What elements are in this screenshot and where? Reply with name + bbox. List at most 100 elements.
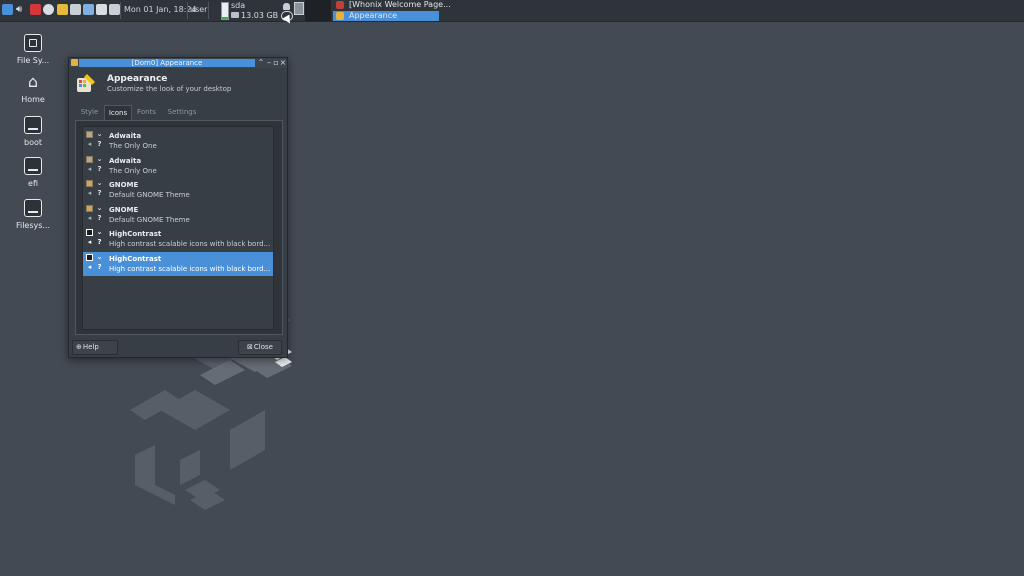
speaker-icon: ◂ <box>87 263 92 271</box>
drive-icon <box>24 116 42 134</box>
dialog-header: Appearance Customize the look of your de… <box>69 68 287 99</box>
disk-usage-fill <box>222 17 228 19</box>
folder-icon <box>86 229 93 237</box>
disk-usage-bar <box>221 2 229 20</box>
dialog-subtitle: Customize the look of your desktop <box>107 85 232 93</box>
close-icon: ⊠ <box>247 343 253 351</box>
folder-icon <box>86 131 93 138</box>
app-menu-icon[interactable] <box>2 4 13 15</box>
desktop-icon-file-system[interactable]: File Sy... <box>8 34 58 65</box>
help-label: Help <box>82 343 99 351</box>
disk-icon[interactable] <box>57 4 68 15</box>
tab-settings[interactable]: Settings <box>163 105 201 119</box>
folder-icon <box>86 155 93 163</box>
folder-icon <box>86 254 93 261</box>
icon-theme-item[interactable]: ⌄ ◂? Adwaita The Only One <box>83 154 273 178</box>
tab-icons[interactable]: Icons <box>104 105 132 120</box>
home-icon: ⌂ <box>27 72 39 91</box>
close-icon[interactable]: × <box>279 58 287 68</box>
task-label: Appearance <box>349 11 398 20</box>
theme-name: GNOME <box>109 181 139 190</box>
help-browser-icon: ? <box>97 189 102 198</box>
speaker-icon: ◂ <box>87 189 92 198</box>
icon-theme-item[interactable]: ⌄ ◂? GNOME Default GNOME Theme <box>83 178 273 202</box>
theme-name: Adwaita <box>109 156 142 165</box>
task-appearance[interactable]: Appearance <box>333 11 439 21</box>
appearance-window: [Dom0] Appearance ⌃ – ▫ × Appearance Cus… <box>68 57 288 358</box>
icon-theme-list[interactable]: ⌄ ◂? Adwaita The Only One ⌄ ◂? Adwaita The Only… <box>82 126 274 330</box>
help-browser-icon: ? <box>97 140 102 148</box>
help-button[interactable]: ⊕Help <box>72 340 118 355</box>
close-button[interactable]: ⊠Close <box>238 340 282 355</box>
chevron-down-icon: ⌄ <box>96 154 103 163</box>
desktop-icon-label: efi <box>28 179 38 188</box>
theme-preview-icons: ⌄ ◂? <box>86 203 106 225</box>
help-browser-icon: ? <box>97 263 102 271</box>
tab-style[interactable]: Style <box>75 105 104 119</box>
desktop-icon-label: File Sy... <box>16 56 50 65</box>
theme-description: High contrast scalable icons with black … <box>109 240 271 249</box>
panel-user[interactable]: user <box>190 5 207 14</box>
help-browser-icon: ? <box>97 238 102 247</box>
theme-name: HighContrast <box>109 230 162 239</box>
hard-disk-icon <box>231 12 239 18</box>
separator <box>208 2 209 19</box>
desktop-icon-label: Home <box>21 95 45 104</box>
drive-icon <box>24 157 42 175</box>
help-browser-icon: ? <box>97 164 102 173</box>
panel-clock[interactable]: Mon 01 Jan, 18:24 <box>124 5 197 14</box>
tab-fonts[interactable]: Fonts <box>132 105 161 119</box>
speaker-icon: ◂ <box>87 140 92 148</box>
notification-bell-icon[interactable] <box>283 3 290 10</box>
appearance-icon <box>336 12 344 20</box>
network-monitor <box>305 0 331 21</box>
separator <box>187 2 188 19</box>
window-titlebar[interactable]: [Dom0] Appearance ⌃ – ▫ × <box>69 58 287 68</box>
chevron-down-icon: ⌄ <box>96 253 103 261</box>
screenshot-icon[interactable] <box>109 4 120 15</box>
theme-description: The Only One <box>109 166 157 175</box>
disk-size: 13.03 GB <box>241 11 279 20</box>
icons-tab-page: ⌄ ◂? Adwaita The Only One ⌄ ◂? Adwaita The Only… <box>75 120 283 335</box>
theme-preview-icons: ⌄ ◂? <box>86 154 106 176</box>
desktop-icon-home[interactable]: ⌂ Home <box>8 72 58 105</box>
file-system-icon <box>24 34 42 52</box>
folder-icon <box>86 204 93 212</box>
desktop-icon-label: boot <box>23 138 42 147</box>
desktop-icon-efi[interactable]: efi <box>8 157 58 188</box>
help-icon: ⊕ <box>76 343 82 351</box>
desktop-icon-label: Filesys... <box>15 221 51 230</box>
task-label: [Whonix Welcome Page... <box>349 0 451 9</box>
drive-icon <box>24 199 42 217</box>
volume-icon[interactable]: 🔊︎ <box>16 4 27 15</box>
icon-theme-item[interactable]: ⌄ ◂? HighContrast High contrast scalable ic… <box>83 227 273 251</box>
chevron-down-icon: ⌄ <box>96 179 103 188</box>
speaker-icon: ◂ <box>87 213 92 222</box>
clipboard-icon[interactable] <box>96 4 107 15</box>
domain-icon[interactable] <box>83 4 94 15</box>
theme-preview-icons: ⌄ ◂? <box>86 131 106 151</box>
chevron-down-icon: ⌄ <box>96 130 103 138</box>
chevron-down-icon: ⌄ <box>96 228 103 237</box>
speaker-icon: ◂ <box>87 164 92 173</box>
theme-preview-icons: ⌄ ◂? <box>86 229 106 249</box>
network-icon[interactable] <box>30 4 41 15</box>
whonix-icon <box>336 1 344 9</box>
top-panel: 🔊︎ Mon 01 Jan, 18:24 user sda 13.03 GB [… <box>0 0 1024 22</box>
appearance-app-icon[interactable] <box>71 59 78 66</box>
theme-description: The Only One <box>109 142 157 150</box>
window-icon[interactable] <box>70 4 81 15</box>
icon-theme-item[interactable]: ⌄ ◂? GNOME Default GNOME Theme <box>83 203 273 227</box>
icon-theme-item[interactable]: ⌄ ◂? Adwaita The Only One <box>83 129 273 153</box>
desktop-icon-filesystem[interactable]: Filesys... <box>8 199 58 230</box>
qubes-icon[interactable] <box>43 4 54 15</box>
window-title: [Dom0] Appearance <box>79 59 255 67</box>
display-icon[interactable] <box>294 2 304 15</box>
task-whonix-welcome[interactable]: [Whonix Welcome Page... <box>333 0 451 10</box>
icon-theme-item[interactable]: ⌄ ◂? HighContrast High contrast scalable ic… <box>83 252 273 276</box>
chevron-down-icon: ⌄ <box>96 203 103 212</box>
close-label: Close <box>253 343 273 351</box>
shade-icon[interactable]: ⌃ <box>257 58 265 68</box>
theme-description: Default GNOME Theme <box>109 191 190 200</box>
desktop-icon-boot[interactable]: boot <box>8 116 58 147</box>
